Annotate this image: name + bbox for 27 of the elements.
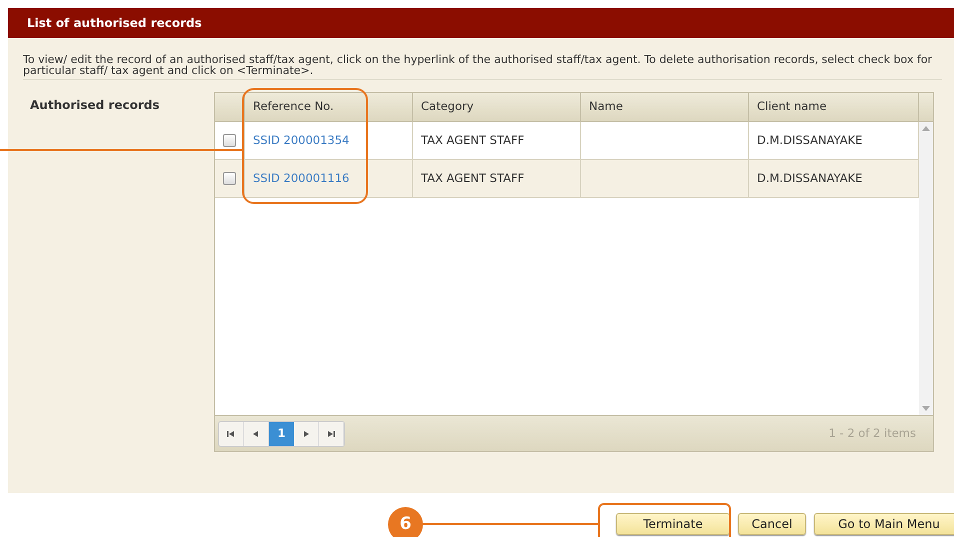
action-button[interactable]: Go to Main Menu xyxy=(814,513,954,535)
table-cell-text: TAX AGENT STAFF xyxy=(421,170,524,187)
table-cell-text: D.M.DISSANAYAKE xyxy=(757,132,862,149)
instructions-text: To view/ edit the record of an authorised staff/tax agent, click on the hyperlink of the authorised staff/tax agent. To delete authorisation records, select check box for particular staff/ tax agent and click on <Terminate>. xyxy=(23,54,942,80)
bar-left-triangle-icon xyxy=(227,430,235,438)
reference-link[interactable]: SSID 200001354 xyxy=(253,132,350,150)
scroll-up-icon[interactable] xyxy=(922,126,930,131)
right-triangle-bar-icon xyxy=(327,430,335,438)
pager-summary: 1 - 2 of 2 items xyxy=(828,424,917,442)
table-cell-text: D.M.DISSANAYAKE xyxy=(757,170,862,187)
callout-badge: 6 xyxy=(388,507,423,537)
reference-link[interactable]: SSID 200001116 xyxy=(253,170,350,188)
header-title: List of authorised records xyxy=(27,15,202,32)
left-triangle-icon xyxy=(252,430,260,438)
column-header[interactable]: Category xyxy=(421,98,474,116)
scrollbar[interactable] xyxy=(919,122,933,415)
table-cell-text: TAX AGENT STAFF xyxy=(421,132,524,149)
column-header[interactable]: Reference No. xyxy=(253,98,334,116)
row-checkbox[interactable] xyxy=(223,172,236,185)
action-button[interactable]: Cancel xyxy=(738,513,806,535)
action-button[interactable]: Terminate xyxy=(616,513,730,535)
scroll-down-icon[interactable] xyxy=(922,406,930,411)
row-checkbox[interactable] xyxy=(223,134,236,147)
column-header[interactable]: Name xyxy=(589,98,623,116)
section-label: Authorised records xyxy=(30,98,160,112)
column-header[interactable]: Client name xyxy=(757,98,827,116)
right-triangle-icon xyxy=(302,430,310,438)
